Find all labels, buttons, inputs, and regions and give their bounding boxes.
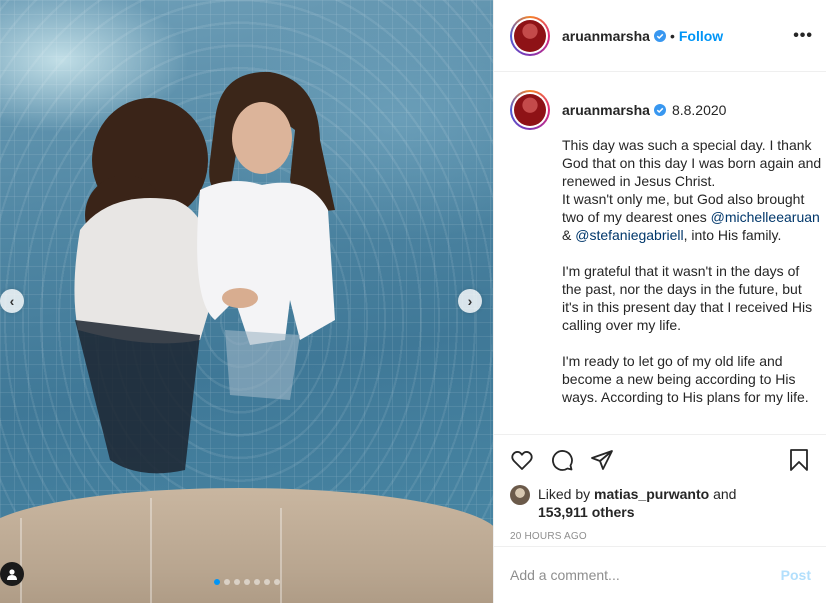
comment-box: Post xyxy=(494,546,826,603)
verified-badge-icon xyxy=(653,104,666,116)
comment-icon xyxy=(552,450,573,471)
deck-seam xyxy=(20,518,22,603)
carousel-prev-button[interactable]: ‹ xyxy=(0,289,24,313)
post-timestamp[interactable]: 20 HOURS AGO xyxy=(510,531,811,542)
comment-input[interactable] xyxy=(510,567,781,583)
likes-count[interactable]: 153,911 others xyxy=(538,504,635,520)
share-icon xyxy=(591,450,613,470)
post-panel: aruanmarsha • Follow ••• aruanmarsha 8.8… xyxy=(493,0,826,603)
carousel-dot xyxy=(243,579,250,585)
caption-text: This day was such a special day. I thank… xyxy=(562,136,822,406)
carousel-dot xyxy=(273,579,280,585)
action-bar xyxy=(510,435,811,485)
like-button[interactable] xyxy=(510,448,534,472)
likes-middle: and xyxy=(709,486,737,502)
post-actions: Liked by matias_purwanto and 153,911 oth… xyxy=(494,434,826,544)
chevron-left-icon: ‹ xyxy=(9,293,15,309)
caption-line: This day was such a special day. I thank… xyxy=(562,137,822,189)
chevron-right-icon: › xyxy=(467,293,473,309)
caption-paragraph: This day was such a special day. I thank… xyxy=(562,136,822,244)
caption-paragraph: I'm ready to let go of my old life and b… xyxy=(562,353,809,405)
carousel-indicator xyxy=(0,579,493,585)
caption-conjunction: & xyxy=(562,227,576,243)
likes-text: Liked by matias_purwanto and 153,911 oth… xyxy=(538,485,736,521)
separator-dot: • xyxy=(669,27,675,44)
heart-icon xyxy=(511,451,533,470)
carousel-next-button[interactable]: › xyxy=(458,289,482,313)
caption-line-end: , into His family. xyxy=(683,227,782,243)
post-comment-button[interactable]: Post xyxy=(781,567,811,583)
bookmark-icon xyxy=(790,449,808,471)
deck-seam xyxy=(280,508,282,603)
follow-button[interactable]: Follow xyxy=(679,28,723,44)
caption-header: aruanmarsha 8.8.2020 xyxy=(510,90,811,130)
carousel-dot xyxy=(253,579,260,585)
post-header: aruanmarsha • Follow ••• xyxy=(494,0,826,72)
pool-deck xyxy=(0,488,493,603)
carousel-dot xyxy=(263,579,270,585)
mention-link[interactable]: @stefaniegabriell xyxy=(575,227,683,243)
caption-section: aruanmarsha 8.8.2020 This day was such a… xyxy=(494,72,826,434)
carousel-dot xyxy=(213,579,220,585)
carousel-dot xyxy=(233,579,240,585)
avatar-image xyxy=(514,19,546,52)
verified-badge-icon xyxy=(653,29,666,42)
share-button[interactable] xyxy=(590,448,614,472)
avatar-image xyxy=(514,94,546,126)
caption-paragraph: I'm grateful that it wasn't in the days … xyxy=(562,263,813,333)
caption-username[interactable]: aruanmarsha xyxy=(562,102,650,118)
deck-seam xyxy=(150,498,152,603)
caption-avatar[interactable] xyxy=(510,90,550,130)
likes-summary: Liked by matias_purwanto and 153,911 oth… xyxy=(510,485,811,521)
comment-button[interactable] xyxy=(550,448,574,472)
more-options-icon[interactable]: ••• xyxy=(793,27,813,45)
post-photo[interactable]: ‹ › xyxy=(0,0,493,603)
header-username[interactable]: aruanmarsha xyxy=(562,28,650,44)
carousel-dot xyxy=(223,579,230,585)
save-button[interactable] xyxy=(787,448,811,472)
mention-link[interactable]: @michelleearuan xyxy=(711,209,820,225)
liker-avatar[interactable] xyxy=(510,485,530,505)
avatar[interactable] xyxy=(510,15,550,56)
liker-username[interactable]: matias_purwanto xyxy=(594,486,709,502)
caption-date: 8.8.2020 xyxy=(671,102,727,118)
likes-prefix: Liked by xyxy=(538,486,595,502)
